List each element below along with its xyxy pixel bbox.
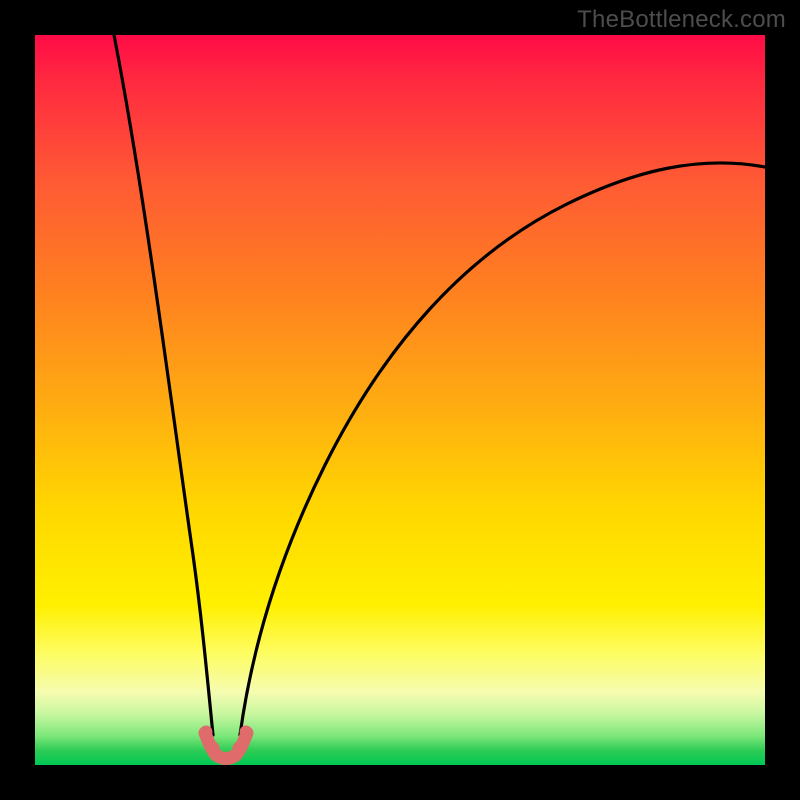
curve-group <box>114 35 765 759</box>
left-dot-upper <box>200 726 213 739</box>
curve-left-branch <box>114 35 213 735</box>
right-dot-lower <box>233 742 246 755</box>
left-dot-lower <box>207 742 220 755</box>
plot-area <box>35 35 765 765</box>
watermark-text: TheBottleneck.com <box>577 6 786 34</box>
curve-right-branch <box>240 163 765 735</box>
curves-svg <box>35 35 765 765</box>
right-dot-upper <box>240 726 253 739</box>
chart-frame: TheBottleneck.com <box>0 0 800 800</box>
